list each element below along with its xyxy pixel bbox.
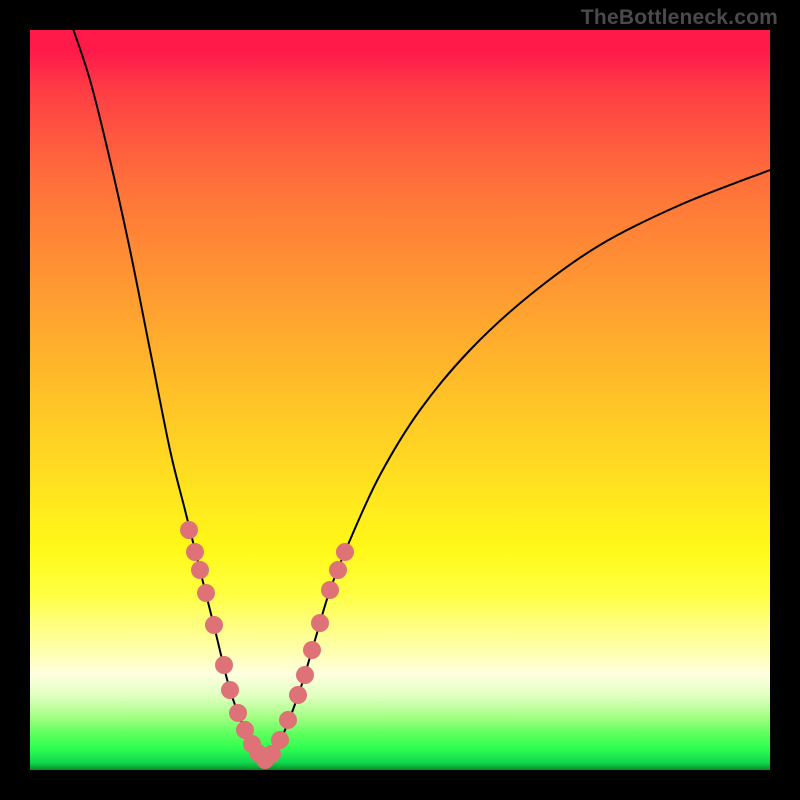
data-point xyxy=(191,561,209,579)
data-point xyxy=(271,731,289,749)
data-point xyxy=(321,581,339,599)
plot-area xyxy=(30,30,770,770)
data-point xyxy=(329,561,347,579)
data-point xyxy=(336,543,354,561)
data-point xyxy=(197,584,215,602)
data-point xyxy=(221,681,239,699)
data-point xyxy=(229,704,247,722)
data-point xyxy=(303,641,321,659)
highlight-points-group xyxy=(180,521,354,769)
data-point xyxy=(289,686,307,704)
data-point xyxy=(311,614,329,632)
watermark-text: TheBottleneck.com xyxy=(581,6,778,30)
data-point xyxy=(215,656,233,674)
data-point xyxy=(296,666,314,684)
curve-right-branch xyxy=(265,170,770,760)
data-point xyxy=(205,616,223,634)
chart-frame: TheBottleneck.com xyxy=(0,0,800,800)
chart-svg xyxy=(30,30,770,770)
data-point xyxy=(186,543,204,561)
curve-left-branch xyxy=(70,30,265,760)
data-point xyxy=(279,711,297,729)
data-point xyxy=(180,521,198,539)
